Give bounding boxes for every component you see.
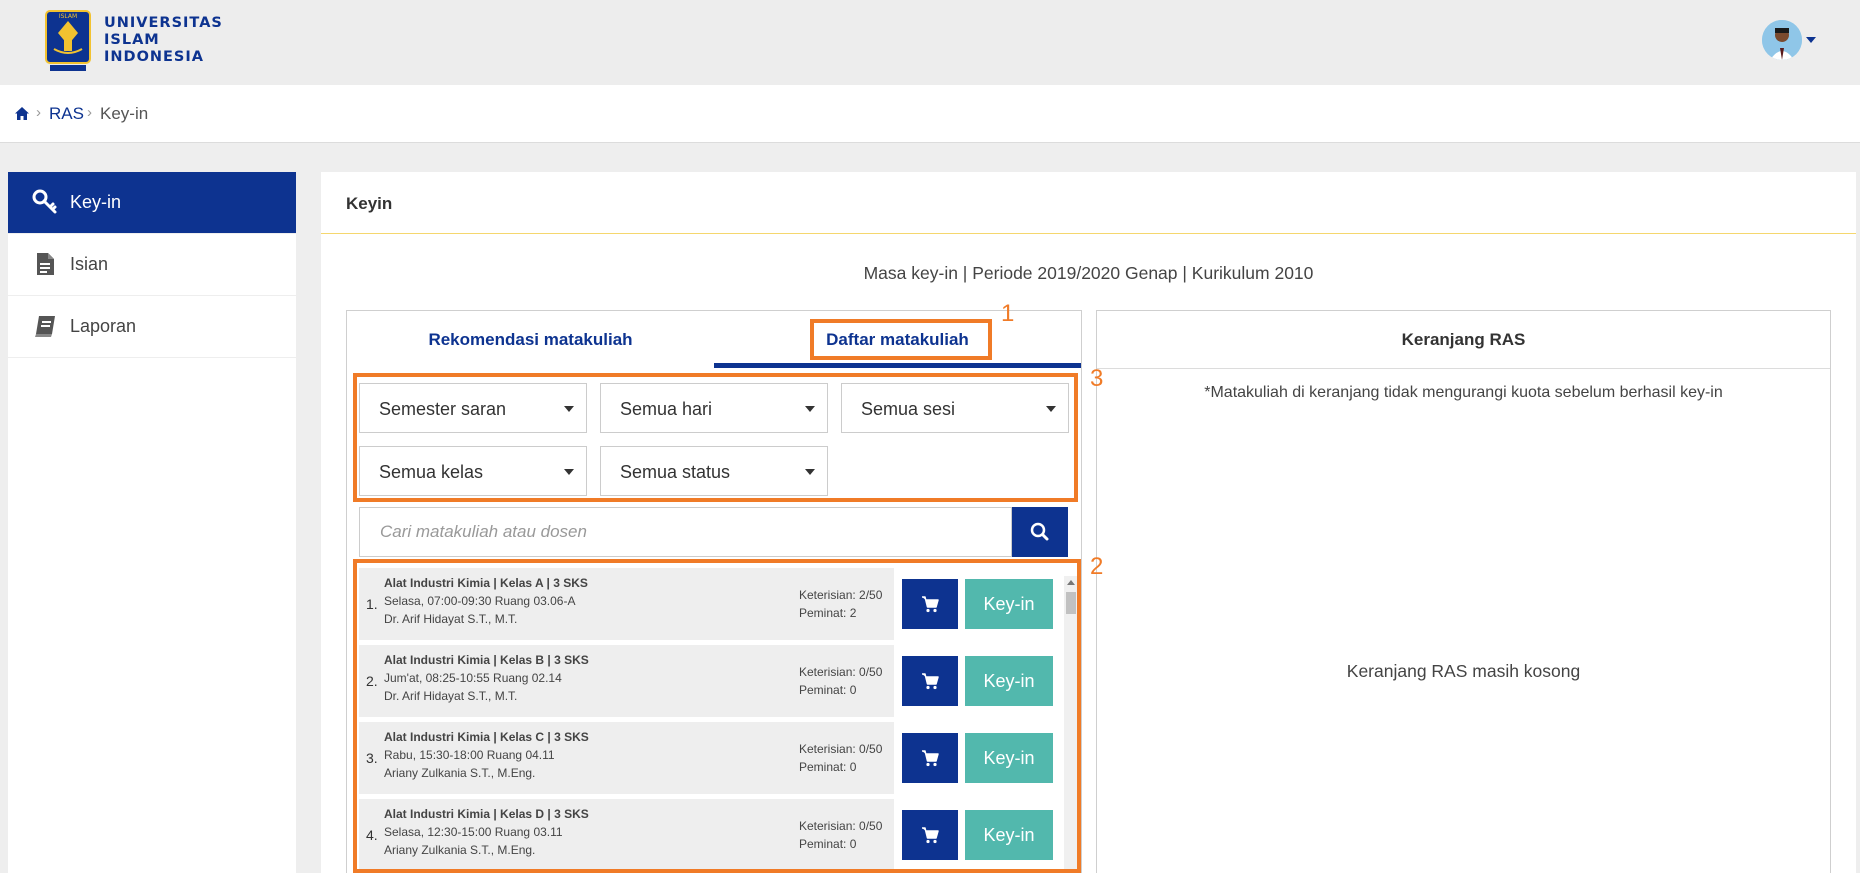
logo-line-1: UNIVERSITAS [104, 15, 223, 31]
panel-header: Keyin [321, 172, 1856, 234]
home-icon[interactable] [14, 106, 30, 121]
sidebar-item-keyin[interactable]: Key-in [8, 172, 296, 234]
sidebar-item-label: Laporan [70, 316, 137, 336]
svg-text:ISLAM: ISLAM [59, 13, 77, 20]
sidebar-item-label: Isian [70, 254, 109, 274]
user-avatar[interactable] [1762, 20, 1802, 60]
annotation-box-1 [810, 319, 992, 360]
cart-card: Keranjang RAS *Matakuliah di keranjang t… [1096, 310, 1831, 873]
user-menu-caret-icon[interactable] [1806, 37, 1816, 43]
breadcrumb-separator: › [87, 104, 92, 121]
breadcrumb-ras-link[interactable]: RAS [49, 104, 84, 124]
sidebar: Key-in Isian Laporan [8, 172, 296, 873]
key-icon [32, 189, 58, 215]
annotation-label-3: 3 [1090, 365, 1104, 392]
logo-line-2: ISLAM [104, 32, 160, 48]
sidebar-item-label: Key-in [70, 192, 122, 212]
annotation-label-2: 2 [1090, 553, 1104, 580]
sidebar-item-isian[interactable]: Isian [8, 234, 296, 296]
sidebar-item-laporan[interactable]: Laporan [8, 296, 296, 358]
breadcrumb-separator: › [36, 104, 41, 121]
cart-empty-message: Keranjang RAS masih kosong [1346, 661, 1581, 681]
book-icon [32, 313, 58, 339]
search-box [359, 507, 1012, 557]
annotation-box-3 [353, 373, 1078, 502]
annotation-label-1: 1 [1001, 300, 1015, 327]
search-input[interactable] [360, 508, 1011, 556]
cart-title: Keranjang RAS [1401, 330, 1526, 349]
breadcrumb: › RAS › Key-in [0, 85, 1860, 143]
search-button[interactable] [1012, 507, 1068, 557]
search-icon [1030, 522, 1049, 541]
period-info: Masa key-in | Periode 2019/2020 Genap | … [863, 263, 1314, 283]
breadcrumb-current: Key-in [100, 104, 149, 123]
cart-header: Keranjang RAS [1097, 311, 1830, 369]
university-logo[interactable]: ISLAM [44, 9, 92, 73]
page-title: Keyin [346, 194, 393, 213]
top-header: ISLAM UNIVERSITAS ISLAM INDONESIA [0, 0, 1860, 85]
annotation-box-2 [353, 559, 1081, 873]
logo-line-3: INDONESIA [104, 49, 204, 65]
tab-rekomendasi[interactable]: Rekomendasi matakuliah [347, 311, 714, 368]
university-name: UNIVERSITAS ISLAM INDONESIA [104, 15, 223, 66]
tab-label: Rekomendasi matakuliah [428, 330, 633, 349]
cart-note: *Matakuliah di keranjang tidak mengurang… [1204, 384, 1723, 401]
document-icon [32, 251, 58, 277]
